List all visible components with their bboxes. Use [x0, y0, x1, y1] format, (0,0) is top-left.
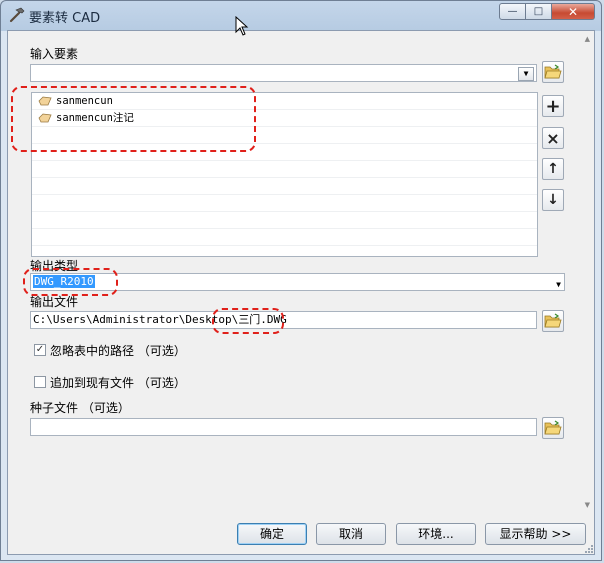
output-file-path: C:\Users\Administrator\Desktop\	[33, 313, 239, 326]
dialog-window: 要素转 CAD — □ ✕ ▲ ▼ 输入要素 ▼ sanmencun sanme…	[0, 0, 602, 561]
remove-item-button[interactable]: ×	[542, 127, 564, 149]
annotation-dashed-outline	[11, 86, 256, 152]
hammer-tool-icon	[9, 7, 25, 23]
browse-seed-button[interactable]	[542, 417, 564, 439]
title-bar[interactable]: 要素转 CAD — □ ✕	[1, 1, 601, 29]
ok-button[interactable]: 确定	[237, 523, 307, 545]
move-down-button[interactable]: ↓	[542, 189, 564, 211]
vertical-scrollbar[interactable]: ▲ ▼	[578, 31, 594, 516]
arrow-down-icon: ↓	[547, 192, 559, 208]
window-title: 要素转 CAD	[29, 11, 101, 26]
annotation-dashed-outline	[212, 308, 284, 334]
chevron-down-icon[interactable]: ▼	[518, 67, 534, 81]
mouse-cursor-icon	[235, 16, 249, 36]
add-item-button[interactable]: +	[542, 95, 564, 117]
minimize-icon: —	[507, 6, 518, 17]
input-features-label: 输入要素	[30, 47, 79, 61]
empty-row	[32, 229, 537, 246]
open-folder-icon	[544, 64, 562, 79]
browse-output-button[interactable]	[542, 310, 564, 332]
append-checkbox[interactable]	[34, 376, 46, 388]
annotation-dashed-outline	[23, 268, 118, 296]
plus-icon: +	[545, 95, 561, 117]
empty-row	[32, 195, 537, 212]
cancel-button[interactable]: 取消	[316, 523, 386, 545]
empty-row	[32, 161, 537, 178]
input-features-combo[interactable]: ▼	[30, 64, 537, 82]
scroll-up-icon[interactable]: ▲	[585, 35, 590, 43]
ignore-paths-checkbox[interactable]: ✓	[34, 344, 46, 356]
ignore-paths-label: 忽略表中的路径 （可选）	[50, 344, 186, 358]
close-icon: ✕	[567, 4, 579, 19]
maximize-button[interactable]: □	[526, 3, 552, 20]
maximize-icon: □	[533, 6, 544, 17]
minimize-button[interactable]: —	[499, 3, 526, 20]
empty-row	[32, 178, 537, 195]
open-folder-icon	[544, 420, 562, 435]
move-up-button[interactable]: ↑	[542, 158, 564, 180]
resize-grip-icon[interactable]	[584, 544, 594, 554]
seed-file-field[interactable]	[30, 418, 537, 436]
chevron-down-icon[interactable]: ▼	[556, 277, 561, 293]
close-button[interactable]: ✕	[552, 3, 595, 20]
empty-row	[32, 212, 537, 229]
open-folder-icon	[544, 313, 562, 328]
browse-input-button[interactable]	[542, 61, 564, 83]
show-help-button[interactable]: 显示帮助 >>	[485, 523, 586, 545]
scroll-down-icon[interactable]: ▼	[585, 501, 590, 509]
seed-file-label: 种子文件 （可选）	[30, 401, 130, 415]
append-label: 追加到现有文件 （可选）	[50, 376, 186, 390]
arrow-up-icon: ↑	[547, 161, 559, 177]
delete-icon: ×	[546, 128, 560, 148]
environments-button[interactable]: 环境...	[396, 523, 476, 545]
dialog-body: ▲ ▼ 输入要素 ▼ sanmencun sanmencun注记 + × ↑ ↓…	[7, 30, 595, 555]
output-file-label: 输出文件	[30, 295, 79, 309]
